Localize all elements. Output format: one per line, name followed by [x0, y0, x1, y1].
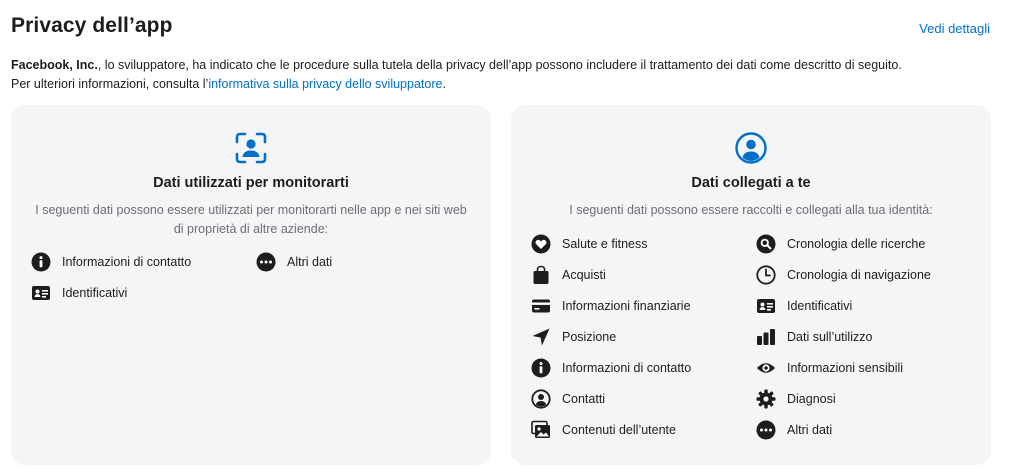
tracking-data-card: Dati utilizzati per monitorarti I seguen… — [11, 105, 491, 465]
list-item: Posizione — [531, 326, 616, 348]
privacy-policy-link[interactable]: informativa sulla privacy dello sviluppa… — [208, 77, 442, 91]
item-label: Acquisti — [562, 268, 606, 282]
item-label: Salute e fitness — [562, 237, 648, 251]
item-label: Informazioni sensibili — [787, 361, 904, 375]
list-item: Contatti — [531, 388, 605, 410]
linked-data-card: Dati collegati a te I seguenti dati poss… — [511, 105, 991, 465]
developer-name: Facebook, Inc. — [11, 58, 98, 72]
more-icon — [256, 252, 276, 272]
privacy-description: Facebook, Inc., lo sviluppatore, ha indi… — [11, 56, 996, 93]
list-item: Diagnosi — [756, 388, 836, 410]
list-item: Informazioni sensibili — [756, 357, 903, 379]
item-label: Dati sull’utilizzo — [787, 330, 873, 344]
item-label: Identificativi — [62, 286, 128, 300]
item-label: Contenuti dell’utente — [562, 423, 676, 437]
credit-card-icon — [531, 296, 551, 316]
list-item: Dati sull’utilizzo — [756, 326, 872, 348]
item-label: Informazioni di contatto — [562, 361, 692, 375]
item-label: Altri dati — [287, 255, 333, 269]
item-label: Cronologia di navigazione — [787, 268, 931, 282]
clock-icon — [756, 265, 776, 285]
list-item: Salute e fitness — [531, 233, 647, 255]
list-item: Cronologia di navigazione — [756, 264, 931, 286]
list-item: Acquisti — [531, 264, 606, 286]
item-label: Cronologia delle ricerche — [787, 237, 926, 251]
item-label: Altri dati — [787, 423, 833, 437]
info-icon — [31, 252, 51, 272]
list-item: Informazioni finanziarie — [531, 295, 691, 317]
item-label: Informazioni finanziarie — [562, 299, 691, 313]
list-item: Identificativi — [31, 282, 127, 304]
person-circle-icon — [734, 131, 768, 165]
linked-card-subtitle: I seguenti dati possono essere raccolti … — [569, 203, 933, 217]
bag-icon — [531, 265, 551, 285]
info-icon — [531, 358, 551, 378]
eye-icon — [756, 358, 776, 378]
description-text-1: , lo sviluppatore, ha indicato che le pr… — [97, 58, 902, 72]
item-label: Posizione — [562, 330, 617, 344]
description-text-3: . — [442, 76, 446, 91]
see-details-link[interactable]: Vedi dettagli — [919, 21, 990, 36]
more-icon — [756, 420, 776, 440]
list-item: Cronologia delle ricerche — [756, 233, 925, 255]
list-item: Informazioni di contatto — [31, 251, 191, 273]
bar-chart-icon — [756, 327, 776, 347]
id-card-icon — [31, 283, 51, 303]
list-item: Contenuti dell’utente — [531, 419, 676, 441]
search-icon — [756, 234, 776, 254]
list-item: Altri dati — [256, 251, 332, 273]
description-text-2: Per ulteriori informazioni, consulta l’ — [11, 76, 209, 91]
face-tracking-icon — [234, 131, 268, 165]
item-label: Informazioni di contatto — [62, 255, 192, 269]
list-item: Altri dati — [756, 419, 832, 441]
item-label: Diagnosi — [787, 392, 836, 406]
item-label: Identificativi — [787, 299, 853, 313]
tracking-card-title: Dati utilizzati per monitorarti — [153, 175, 349, 191]
heart-icon — [531, 234, 551, 254]
linked-card-title: Dati collegati a te — [691, 175, 811, 191]
page-title: Privacy dell’app — [11, 14, 173, 37]
item-label: Contatti — [562, 392, 606, 406]
photos-icon — [531, 420, 551, 440]
list-item: Identificativi — [756, 295, 852, 317]
contact-icon — [531, 389, 551, 409]
list-item: Informazioni di contatto — [531, 357, 691, 379]
location-icon — [531, 327, 551, 347]
gear-icon — [756, 389, 776, 409]
tracking-card-subtitle: I seguenti dati possono essere utilizzat… — [35, 203, 467, 236]
id-card-icon — [756, 296, 776, 316]
